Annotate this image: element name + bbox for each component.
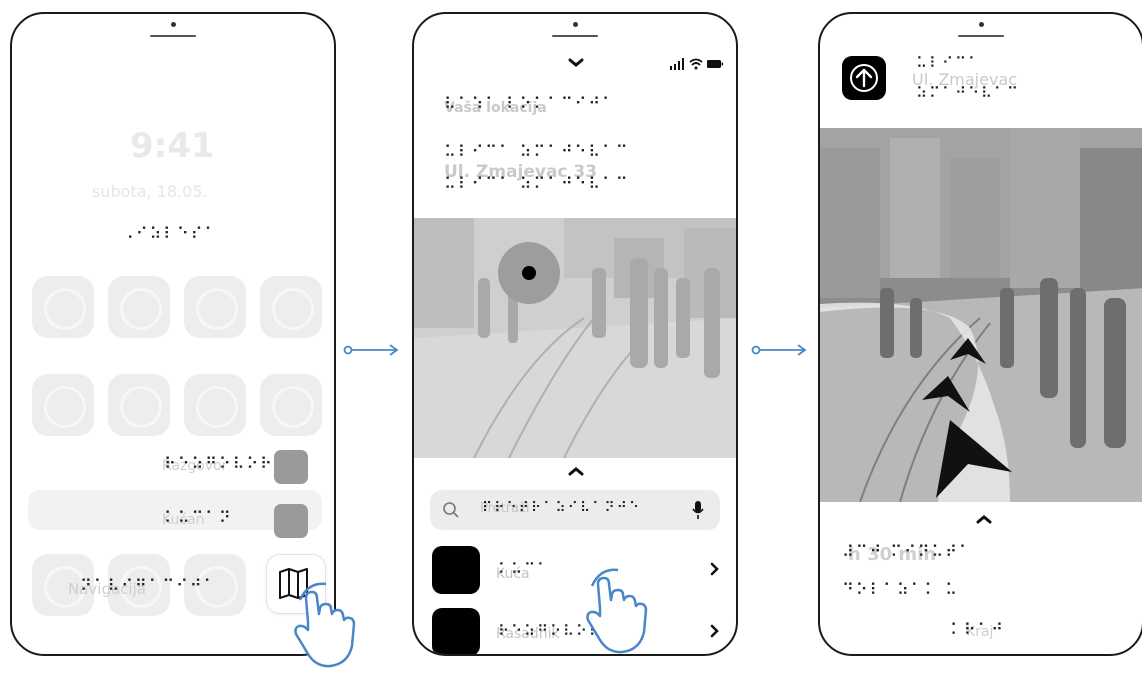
- app-icon[interactable]: [108, 276, 170, 338]
- notch-line: [958, 35, 1004, 37]
- tap-hand-icon: [586, 568, 648, 654]
- notch-dot: [572, 22, 578, 27]
- chevron-up-icon[interactable]: [568, 466, 584, 476]
- braille-location-label: ⠧⠁⠱⠁ ⠇⠕⠅⠁⠉⠊⠚⠁: [444, 94, 616, 113]
- chevron-up-icon[interactable]: [976, 514, 992, 524]
- notch-line: [552, 35, 598, 37]
- app-icon[interactable]: [32, 276, 94, 338]
- tap-hand-icon: [294, 582, 356, 668]
- braille-address-2: ⠥⠇⠊⠉⠁ ⠵⠍⠁⠚⠑⠧⠁⠉: [444, 174, 630, 193]
- app-icon[interactable]: [184, 276, 246, 338]
- destination-thumbnail[interactable]: [432, 608, 480, 654]
- braille-row1: ⠗⠑⠵⠛⠕⠧⠕⠗: [164, 454, 274, 473]
- street-camera-view: [414, 218, 736, 458]
- chevron-right-icon[interactable]: [710, 562, 720, 576]
- braille-search: ⠏⠗⠑⠞⠗⠁⠵⠊⠧⠁⠝⠚⠑: [482, 500, 642, 516]
- search-icon: [443, 502, 459, 518]
- arrow-up-icon: [850, 64, 878, 92]
- ar-camera-view: [820, 128, 1142, 502]
- braille-row3: ⠝⠁⠧⠊⠛⠁⠉⠊⠚⠁: [80, 576, 218, 595]
- braille-street-2: ⠵⠍⠁⠚⠑⠧⠁⠉: [916, 84, 1020, 102]
- destination-thumbnail[interactable]: [432, 546, 480, 594]
- phone-navigation-search: Vaša lokacija ⠧⠁⠱⠁ ⠇⠕⠅⠁⠉⠊⠚⠁ Ul. Zmajevac…: [412, 12, 738, 656]
- app-icon[interactable]: [184, 374, 246, 436]
- microphone-icon[interactable]: [692, 500, 704, 520]
- search-bar[interactable]: Pretraži ⠏⠗⠑⠞⠗⠁⠵⠊⠧⠁⠝⠚⠑: [430, 490, 720, 530]
- braille-address: ⠥⠇⠊⠉⠁ ⠵⠍⠁⠚⠑⠧⠁⠉: [444, 142, 630, 161]
- app-icon[interactable]: [260, 276, 322, 338]
- braille-row2: ⠅⠥⠉⠁⠝: [164, 508, 233, 527]
- flow-arrow-icon: [343, 344, 399, 356]
- notch-dot: [170, 22, 176, 27]
- chevron-down-icon[interactable]: [568, 58, 584, 68]
- widget-square[interactable]: [274, 504, 308, 538]
- braille-street: ⠥⠇⠊⠉⠁: [916, 54, 981, 72]
- direction-up-button[interactable]: [842, 56, 886, 100]
- widget-square[interactable]: [274, 450, 308, 484]
- location-dot: [522, 266, 536, 280]
- braille-end-button[interactable]: ⠅⠗⠁⠚: [950, 620, 1005, 639]
- notch-dot: [978, 22, 984, 27]
- clock-time: 9:41: [130, 126, 215, 166]
- braille-header: ⠠⠊⠵⠇⠑⠎⠁: [122, 224, 219, 243]
- braille-eta: ⠼⠉⠚ ⠍⠊⠝⠥⠞⠁: [842, 542, 973, 561]
- notch-line: [150, 35, 196, 37]
- braille-list-item: ⠅⠥⠉⠁: [498, 560, 550, 578]
- phone-lockscreen: 9:41 subota, 18.05. ⠠⠊⠵⠇⠑⠎⠁ Razgovor ⠗⠑⠵…: [10, 12, 336, 656]
- status-icons: [670, 58, 723, 70]
- app-icon[interactable]: [260, 374, 322, 436]
- flow-arrow-icon: [751, 344, 807, 356]
- phone-navigation-ar: Ul. Zmajevac ⠥⠇⠊⠉⠁ ⠵⠍⠁⠚⠑⠧⠁⠉ h 30 min ⠼⠉⠚…: [818, 12, 1142, 656]
- chevron-right-icon[interactable]: [710, 624, 720, 638]
- braille-distance: ⠙⠕⠇⠁⠵⠁⠅ ⠥: [842, 580, 959, 599]
- app-icon[interactable]: [108, 374, 170, 436]
- date-label: subota, 18.05.: [92, 182, 208, 201]
- app-icon[interactable]: [32, 374, 94, 436]
